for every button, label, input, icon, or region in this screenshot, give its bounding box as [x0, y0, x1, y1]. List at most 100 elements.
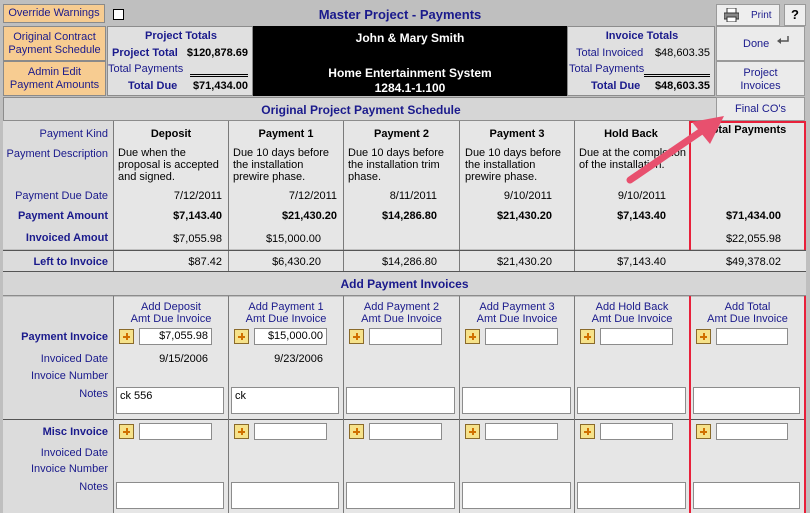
payment-invoice-label: Payment Invoice	[21, 331, 108, 343]
invoice-number-label: Invoice Number	[30, 370, 108, 382]
payment-kind-payment-1: Payment 1	[258, 128, 314, 140]
payment-due-date-label: Payment Due Date	[15, 190, 108, 202]
misc-total-notes-input[interactable]	[693, 482, 800, 509]
invoiced-deposit: $7,055.98	[173, 233, 222, 245]
annotation-arrow-icon	[620, 108, 730, 188]
payment-description-deposit: Due when the proposal is accepted and si…	[118, 147, 219, 183]
misc-deposit-plus-icon[interactable]	[119, 424, 134, 439]
payment-description-payment-3: Due 10 days before the installation prew…	[465, 147, 562, 183]
payment-kind-label: Payment Kind	[39, 128, 108, 140]
left-payment-1: $6,430.20	[272, 256, 321, 268]
project-name: Home Entertainment System	[328, 66, 492, 80]
override-warnings-checkbox[interactable]	[113, 9, 124, 20]
due-date-hold-back: 9/10/2011	[617, 190, 666, 202]
add-payment-1-link[interactable]: Add Payment 1 Amt Due Invoice	[229, 301, 343, 325]
payment-1-invoiced-date: 9/23/2006	[274, 353, 323, 365]
misc-payment-3-plus-icon[interactable]	[465, 424, 480, 439]
deposit-amount-input[interactable]: $7,055.98	[139, 328, 212, 345]
misc-hold-back-amount-input[interactable]	[600, 423, 673, 440]
help-button[interactable]: ?	[784, 4, 806, 26]
invoice-total-due-label: Total Due	[591, 80, 641, 92]
project-totals-panel: Project Totals Project Total $120,878.69…	[107, 26, 253, 96]
misc-payment-2-notes-input[interactable]	[346, 482, 455, 509]
misc-payment-2-plus-icon[interactable]	[349, 424, 364, 439]
payment-3-notes-input[interactable]	[462, 387, 571, 414]
payment-description-label: Payment Description	[6, 148, 109, 160]
payment-1-amount-input[interactable]: $15,000.00	[254, 328, 327, 345]
admin-edit-button[interactable]: Admin Edit Payment Amounts	[3, 61, 106, 96]
misc-payment-2-amount-input[interactable]	[369, 423, 442, 440]
misc-total-amount-input[interactable]	[716, 423, 788, 440]
project-total-payments-label: Total Payments	[108, 63, 184, 75]
project-invoices-button[interactable]: Project Invoices	[716, 61, 805, 96]
payment-description-payment-2: Due 10 days before the installation trim…	[348, 147, 445, 183]
misc-invoiced-date-label: Invoiced Date	[40, 447, 108, 459]
misc-deposit-amount-input[interactable]	[139, 423, 212, 440]
add-hold-back-link[interactable]: Add Hold Back Amt Due Invoice	[575, 301, 689, 325]
add-payment-1-plus-icon[interactable]	[234, 329, 249, 344]
print-button[interactable]: Print	[716, 4, 780, 26]
amount-hold-back: $7,143.40	[617, 210, 666, 222]
printer-icon	[723, 7, 740, 23]
payment-kind-payment-2: Payment 2	[373, 128, 430, 140]
misc-payment-3-notes-input[interactable]	[462, 482, 571, 509]
left-hold-back: $7,143.40	[617, 256, 666, 268]
deposit-invoiced-date: 9/15/2006	[159, 353, 208, 365]
misc-hold-back-plus-icon[interactable]	[580, 424, 595, 439]
left-payment-2: $14,286.80	[381, 256, 437, 268]
misc-hold-back-notes-input[interactable]	[577, 482, 686, 509]
add-total-plus-icon[interactable]	[696, 329, 711, 344]
hold-back-amount-input[interactable]	[600, 328, 673, 345]
original-contract-button[interactable]: Original Contract Payment Schedule	[3, 26, 106, 61]
total-notes-input[interactable]	[693, 387, 800, 414]
payment-3-amount-input[interactable]	[485, 328, 558, 345]
invoiced-amount-label: Invoiced Amout	[25, 232, 108, 244]
invoice-totals-panel: Invoice Totals Total Invoiced $48,603.35…	[567, 26, 715, 96]
due-date-payment-3: 9/10/2011	[503, 190, 552, 202]
page-title: Master Project - Payments	[318, 7, 482, 22]
add-total-link[interactable]: Add Total Amt Due Invoice	[691, 301, 804, 325]
project-total-label: Project Total	[112, 47, 178, 59]
add-payment-3-link[interactable]: Add Payment 3 Amt Due Invoice	[460, 301, 574, 325]
client-name: John & Mary Smith	[355, 31, 465, 45]
left-total: $49,378.02	[725, 256, 781, 268]
due-date-payment-2: 8/11/2011	[389, 190, 437, 202]
done-button[interactable]: Done	[716, 26, 805, 61]
add-deposit-plus-icon[interactable]	[119, 329, 134, 344]
invoices-section-header: Add Payment Invoices	[3, 272, 806, 296]
add-deposit-link[interactable]: Add Deposit Amt Due Invoice	[114, 301, 228, 325]
add-payment-3-plus-icon[interactable]	[465, 329, 480, 344]
hold-back-notes-input[interactable]	[577, 387, 686, 414]
misc-deposit-notes-input[interactable]	[116, 482, 224, 509]
project-total-due-label: Total Due	[128, 80, 178, 92]
amount-payment-1: $21,430.20	[281, 210, 337, 222]
total-invoiced-value: $48,603.35	[654, 47, 710, 59]
add-payment-2-plus-icon[interactable]	[349, 329, 364, 344]
payment-kind-deposit: Deposit	[150, 128, 192, 140]
client-banner: John & Mary Smith Home Entertainment Sys…	[253, 26, 567, 96]
add-payment-2-link[interactable]: Add Payment 2 Amt Due Invoice	[344, 301, 459, 325]
payment-1-notes-input[interactable]: ck	[231, 387, 339, 414]
notes-label: Notes	[79, 388, 108, 400]
invoice-total-payments-label: Total Payments	[569, 63, 645, 75]
project-code: 1284.1-1.100	[374, 81, 446, 95]
add-hold-back-plus-icon[interactable]	[580, 329, 595, 344]
invoiced-date-label: Invoiced Date	[40, 353, 108, 365]
amount-payment-3: $21,430.20	[496, 210, 552, 222]
deposit-notes-input[interactable]: ck 556	[116, 387, 224, 414]
misc-payment-1-plus-icon[interactable]	[234, 424, 249, 439]
invoice-totals-title: Invoice Totals	[605, 30, 679, 42]
misc-payment-1-amount-input[interactable]	[254, 423, 327, 440]
due-date-deposit: 7/12/2011	[173, 190, 222, 202]
payment-2-amount-input[interactable]	[369, 328, 442, 345]
misc-total-plus-icon[interactable]	[696, 424, 711, 439]
payment-2-notes-input[interactable]	[346, 387, 455, 414]
total-invoiced-label: Total Invoiced	[576, 47, 644, 59]
due-date-payment-1: 7/12/2011	[288, 190, 337, 202]
project-total-due-value: $71,434.00	[192, 80, 248, 92]
misc-payment-1-notes-input[interactable]	[231, 482, 339, 509]
total-amount-input[interactable]	[716, 328, 788, 345]
payment-description-payment-1: Due 10 days before the installation prew…	[233, 147, 330, 183]
misc-payment-3-amount-input[interactable]	[485, 423, 558, 440]
schedule-section-header: Original Project Payment Schedule	[3, 97, 717, 121]
